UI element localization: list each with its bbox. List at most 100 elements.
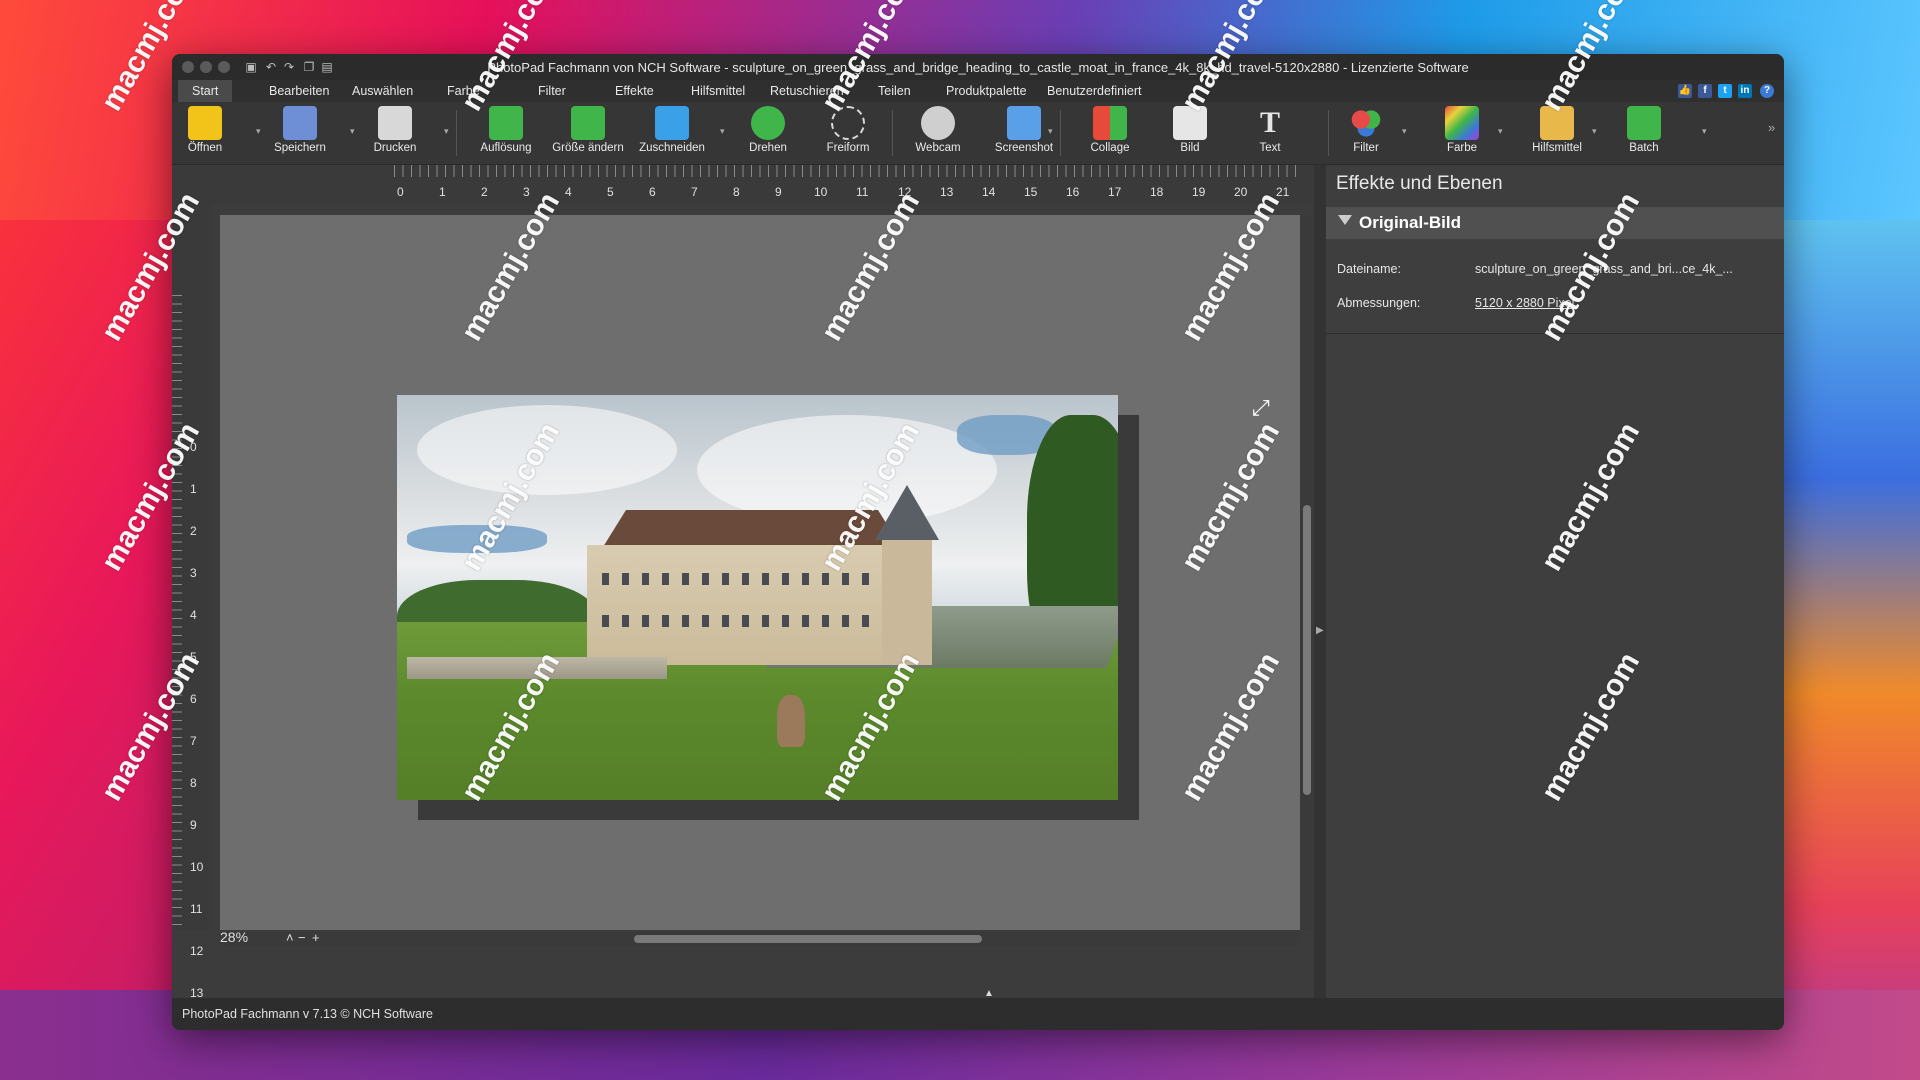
save-icon	[283, 106, 317, 140]
toolbar-overflow-icon[interactable]: »	[1768, 120, 1775, 135]
panel-title: Effekte und Ebenen	[1336, 173, 1503, 194]
rotate-icon	[751, 106, 785, 140]
dimensions-label: Abmessungen:	[1337, 296, 1421, 310]
ruler-tick: 8	[190, 776, 197, 790]
zoom-in-button[interactable]: +	[312, 930, 320, 945]
zoom-level[interactable]: 28%	[220, 929, 248, 945]
batch-dropdown-icon[interactable]: ▾	[1702, 126, 1707, 137]
menu-teilen[interactable]: Teilen	[878, 84, 911, 98]
batch-icon	[1627, 106, 1661, 140]
folder-open-icon	[188, 106, 222, 140]
ruler-tick: 8	[733, 185, 740, 199]
ruler-tick: 1	[439, 185, 446, 199]
window-title: PhotoPad Fachmann von NCH Software - scu…	[487, 60, 1469, 75]
toolbar: Öffnen ▾ Speichern ▾ Drucken ▾ Auflösung…	[172, 102, 1784, 165]
ruler-tick: 9	[775, 185, 782, 199]
photopad-window: ▣ ↶ ↷ ❐ ▤ PhotoPad Fachmann von NCH Soft…	[172, 54, 1784, 1030]
menu-hilfsmittel[interactable]: Hilfsmittel	[691, 84, 745, 98]
scroll-thumb[interactable]	[634, 935, 982, 943]
rotate-button[interactable]: Drehen	[728, 106, 808, 154]
color-button[interactable]: Farbe	[1422, 106, 1502, 154]
image-canvas[interactable]: ⤢	[220, 215, 1300, 930]
add-image-button[interactable]: Bild	[1150, 106, 1230, 154]
filter-dropdown-icon[interactable]: ▾	[1402, 126, 1407, 137]
photo-castle-tower	[882, 535, 932, 665]
color-dropdown-icon[interactable]: ▾	[1498, 126, 1503, 137]
twitter-icon[interactable]: t	[1718, 84, 1732, 98]
ruler-tick: 6	[649, 185, 656, 199]
ruler-tick: 4	[190, 608, 197, 622]
webcam-icon	[921, 106, 955, 140]
ruler-tick: 20	[1234, 185, 1248, 199]
ruler-tick: 11	[856, 185, 869, 199]
ruler-tick: 7	[190, 734, 197, 748]
ruler-tick: 12	[190, 944, 204, 958]
collapse-panel-icon[interactable]: ▶	[1316, 625, 1324, 636]
photo-castle-windows	[602, 615, 902, 627]
save-button[interactable]: Speichern	[260, 106, 340, 154]
ruler-tick: 4	[565, 185, 572, 199]
ruler-tick: 10	[814, 185, 828, 199]
panel-splitter[interactable]: ▶	[1314, 165, 1326, 1030]
menu-benutzerdefiniert[interactable]: Benutzerdefiniert	[1047, 84, 1142, 98]
status-text: PhotoPad Fachmann v 7.13 © NCH Software	[182, 1007, 434, 1021]
ruler-tick: 0	[397, 185, 404, 199]
menu-filter[interactable]: Filter	[538, 84, 566, 98]
menu-produktpalette[interactable]: Produktpalette	[946, 84, 1027, 98]
horizontal-ruler: 0 1 2 3 4 5 6 7 8 9 10 11 12 13 14 15 16…	[172, 165, 1322, 205]
menu-bearbeiten[interactable]: Bearbeiten	[269, 84, 329, 98]
collage-button[interactable]: Collage	[1070, 106, 1150, 154]
ruler-tick: 16	[1066, 185, 1080, 199]
print-button[interactable]: Drucken	[355, 106, 435, 154]
zoom-out-button[interactable]: −	[298, 930, 306, 945]
menu-effekte[interactable]: Effekte	[615, 84, 654, 98]
scroll-thumb[interactable]	[1303, 505, 1311, 795]
photo-castle	[587, 545, 917, 665]
toolbar-separator	[892, 110, 893, 156]
crop-button[interactable]: Zuschneiden	[632, 106, 712, 154]
ruler-tick: 2	[190, 524, 197, 538]
resize-button[interactable]: Größe ändern	[548, 106, 628, 154]
print-dropdown-icon[interactable]: ▾	[444, 126, 449, 137]
title-bar: ▣ ↶ ↷ ❐ ▤ PhotoPad Fachmann von NCH Soft…	[172, 54, 1784, 80]
ruler-scale	[172, 295, 182, 930]
add-text-button[interactable]: T Text	[1230, 106, 1310, 154]
ruler-tick: 10	[190, 860, 204, 874]
crop-dropdown-icon[interactable]: ▾	[720, 126, 725, 137]
save-dropdown-icon[interactable]: ▾	[350, 126, 355, 137]
collapse-triangle-icon[interactable]	[1338, 215, 1352, 225]
ruler-tick: 21	[1276, 185, 1290, 199]
ruler-tick: 18	[1150, 185, 1164, 199]
original-image-section[interactable]: Original-Bild	[1326, 207, 1784, 239]
filter-icon	[1349, 106, 1383, 140]
vertical-scrollbar[interactable]	[1300, 215, 1314, 930]
ruler-tick: 15	[1024, 185, 1038, 199]
menu-start[interactable]: Start	[178, 80, 233, 102]
ruler-tick: 3	[190, 566, 197, 580]
toolbar-separator	[1060, 110, 1061, 156]
freeform-button[interactable]: Freiform	[808, 106, 888, 154]
photo-castle-windows	[602, 573, 902, 585]
fullscreen-icon[interactable]: ⤢	[1252, 395, 1270, 421]
linkedin-icon[interactable]: in	[1738, 84, 1752, 98]
webcam-button[interactable]: Webcam	[898, 106, 978, 154]
filter-button[interactable]: Filter	[1326, 106, 1406, 154]
ruler-tick: 17	[1108, 185, 1122, 199]
facebook-icon[interactable]: f	[1698, 84, 1712, 98]
tools-dropdown-icon[interactable]: ▾	[1592, 126, 1597, 137]
screenshot-icon	[1007, 106, 1041, 140]
color-icon	[1445, 106, 1479, 140]
filename-label: Dateiname:	[1337, 262, 1401, 276]
like-icon[interactable]: 👍	[1678, 84, 1692, 98]
help-icon[interactable]: ?	[1760, 84, 1774, 98]
zoom-up-button[interactable]: ˄	[286, 930, 294, 945]
collage-icon	[1093, 106, 1127, 140]
screenshot-dropdown-icon[interactable]: ▾	[1048, 126, 1053, 137]
open-button[interactable]: Öffnen	[172, 106, 245, 154]
ruler-tick: 3	[523, 185, 530, 199]
ruler-tick: 9	[190, 818, 197, 832]
batch-button[interactable]: Batch	[1604, 106, 1684, 154]
ruler-tick: 2	[481, 185, 488, 199]
horizontal-scrollbar[interactable]	[220, 932, 1300, 946]
menu-auswaehlen[interactable]: Auswählen	[352, 84, 413, 98]
